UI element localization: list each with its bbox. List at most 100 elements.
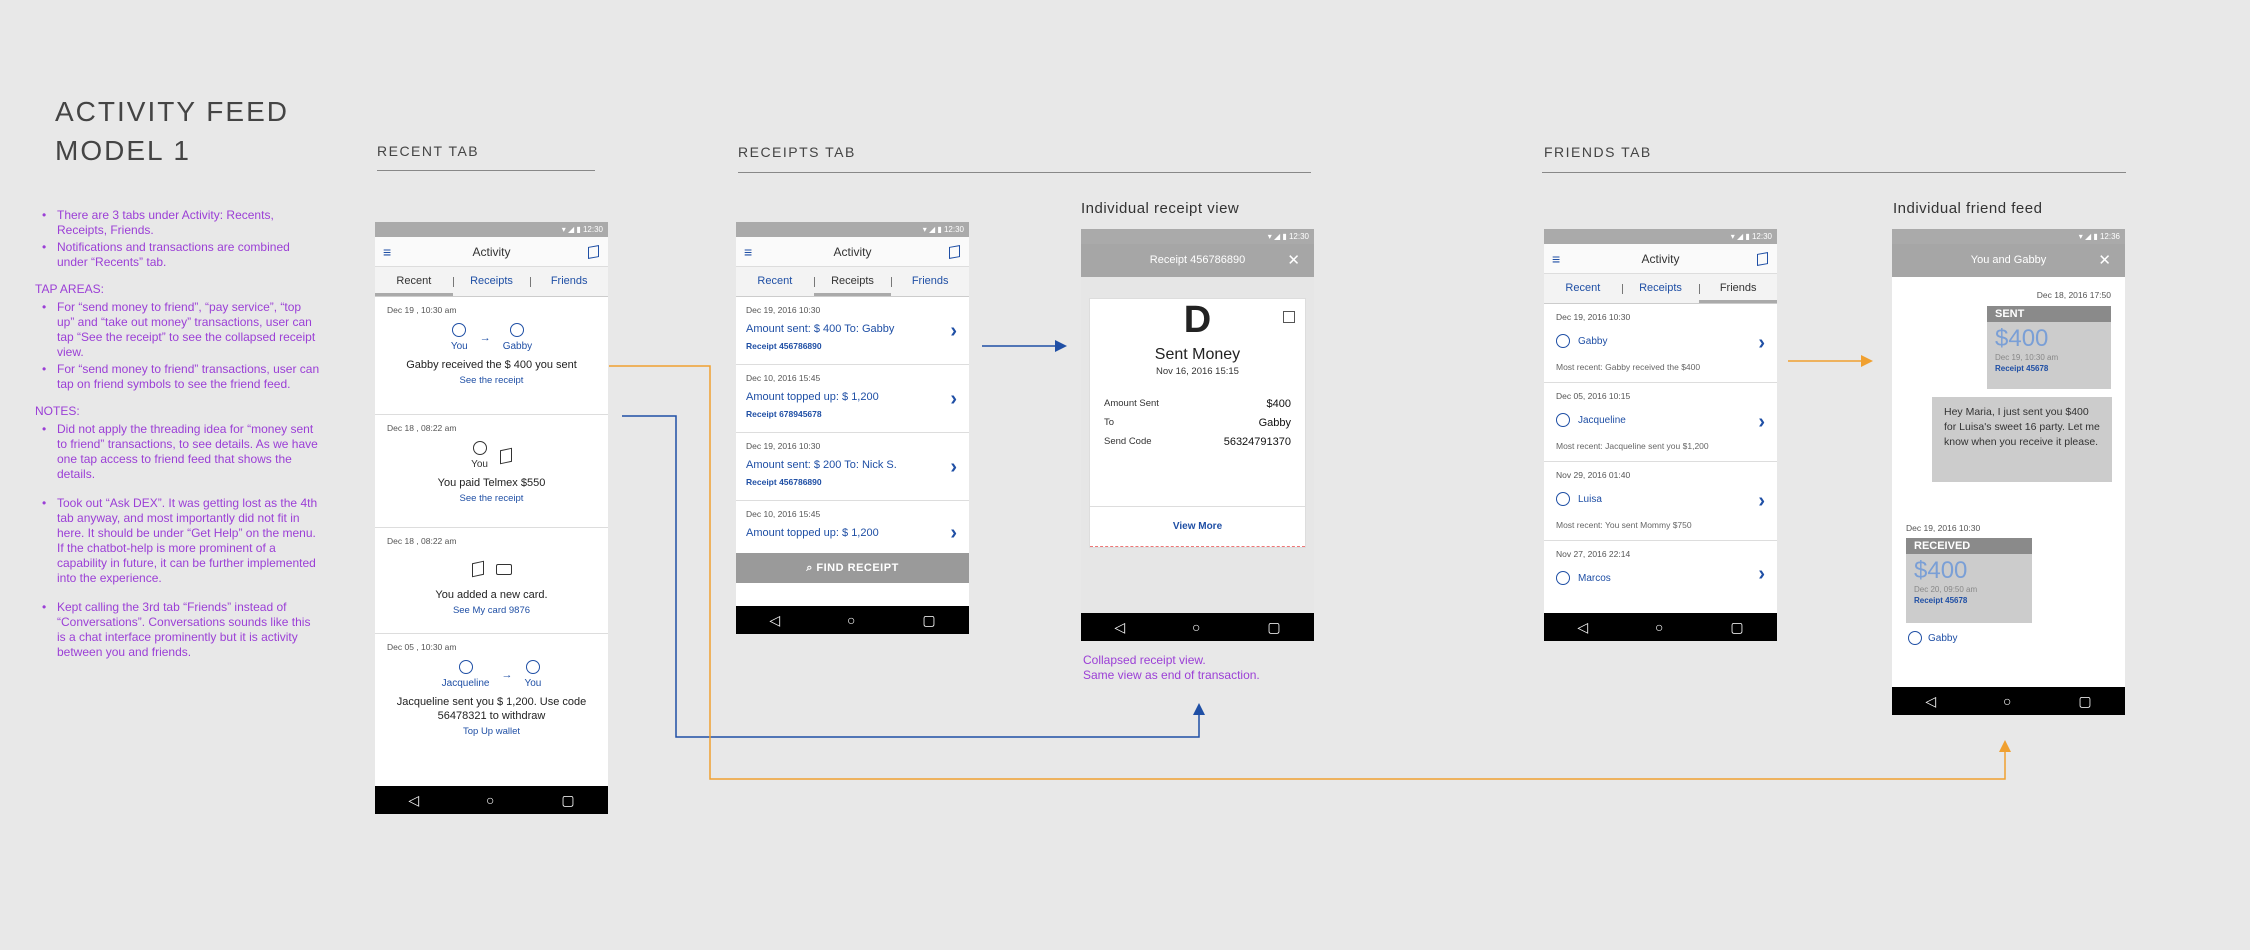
sent-receipt-link[interactable]: Receipt 45678: [1987, 362, 2111, 373]
android-nav-bar: ◁ ○ ▢: [736, 606, 969, 634]
friend-you[interactable]: You: [451, 323, 468, 352]
back-icon[interactable]: ◁: [1925, 693, 1936, 710]
find-receipt-button[interactable]: ⌕ FIND RECEIPT: [736, 553, 969, 583]
wallet-icon[interactable]: [949, 245, 960, 259]
tab-recent[interactable]: Recent: [375, 267, 453, 296]
sent-date-top: Dec 18, 2016 17:50: [2036, 290, 2111, 300]
tab-recent[interactable]: Recent: [1544, 274, 1622, 303]
home-icon[interactable]: ○: [1192, 619, 1200, 635]
wallet-icon: [471, 560, 484, 578]
friend-you[interactable]: You: [524, 660, 541, 689]
phone-receipt-view: ▾ ◢ ▮ 12:30 Receipt 456786890 ✕ D Sent M…: [1081, 229, 1314, 641]
tab-friends[interactable]: Friends: [891, 267, 969, 296]
friend-row[interactable]: Dec 05, 2016 10:15 Jacqueline Most recen…: [1544, 383, 1777, 462]
friend-jacqueline[interactable]: Jacqueline: [442, 660, 489, 689]
back-icon[interactable]: ◁: [769, 612, 780, 629]
list-item: Dec 19 , 10:30 am You → Gabby Gabby rece…: [375, 297, 608, 415]
see-receipt-link[interactable]: See the receipt: [387, 493, 596, 504]
share-icon[interactable]: [1283, 311, 1295, 323]
app-bar-title: Activity: [1641, 252, 1680, 266]
recent-apps-icon[interactable]: ▢: [922, 612, 935, 629]
person-icon: [1908, 631, 1922, 645]
wallet-icon[interactable]: [588, 245, 599, 259]
tab-friends[interactable]: Friends: [1699, 274, 1777, 303]
person-icon: [525, 660, 540, 674]
person-icon: [458, 660, 473, 674]
chevron-right-icon: ›: [1758, 332, 1765, 354]
home-icon[interactable]: ○: [847, 612, 855, 628]
menu-icon[interactable]: ≡: [383, 237, 391, 267]
app-bar-title: Activity: [833, 245, 872, 259]
friend-avatar-gabby[interactable]: Gabby: [1908, 631, 1957, 645]
phone-friends-tab: ▾ ◢ ▮ 12:30 ≡ Activity Recent Receipts F…: [1544, 229, 1777, 641]
tab-bar: Recent Receipts Friends: [736, 267, 969, 297]
friend-feed-title: You and Gabby: [1970, 254, 2047, 266]
top-up-link[interactable]: Top Up wallet: [387, 726, 596, 737]
receipt-header: Receipt 456786890 ✕: [1081, 244, 1314, 277]
receipt-caption: Collapsed receipt view. Same view as end…: [1083, 653, 1260, 682]
friend-row[interactable]: Nov 27, 2016 22:14 Marcos ›: [1544, 541, 1777, 591]
arrow-right-icon: →: [501, 668, 513, 681]
friend-feed-header: You and Gabby ✕: [1892, 244, 2125, 277]
chevron-right-icon: ›: [1758, 411, 1765, 433]
status-bar: ▾ ◢ ▮ 12:30: [1081, 229, 1314, 244]
list-item: Dec 18 , 08:22 am You You paid Telmex $5…: [375, 415, 608, 528]
friend-row[interactable]: Nov 29, 2016 01:40 Luisa Most recent: Yo…: [1544, 462, 1777, 541]
app-bar: ≡ Activity: [736, 237, 969, 267]
tab-bar: Recent Receipts Friends: [1544, 274, 1777, 304]
close-icon[interactable]: ✕: [1287, 244, 1300, 277]
home-icon[interactable]: ○: [2003, 693, 2011, 709]
tab-receipts[interactable]: Receipts: [452, 267, 531, 296]
received-bubble[interactable]: RECEIVED $400 Dec 20, 09:50 am Receipt 4…: [1906, 538, 2032, 623]
phone-receipts-tab: ▾ ◢ ▮ 12:30 ≡ Activity Recent Receipts F…: [736, 222, 969, 634]
sent-bubble[interactable]: SENT $400 Dec 19, 10:30 am Receipt 45678: [1987, 306, 2111, 389]
recent-apps-icon[interactable]: ▢: [1267, 619, 1280, 636]
receipt-row[interactable]: Dec 10, 2016 15:45 Amount topped up: $ 1…: [736, 365, 969, 433]
chat-message: Hey Maria, I just sent you $400 for Luis…: [1932, 397, 2112, 482]
menu-icon[interactable]: ≡: [1552, 244, 1560, 274]
friend-row[interactable]: Dec 19, 2016 10:30 Gabby Most recent: Ga…: [1544, 304, 1777, 383]
wallet-icon[interactable]: [1757, 252, 1768, 266]
tab-recent[interactable]: Recent: [736, 267, 814, 296]
phone-recent-tab: ▾ ◢ ▮ 12:30 ≡ Activity Recent Receipts F…: [375, 222, 608, 814]
home-icon[interactable]: ○: [486, 792, 494, 808]
menu-icon[interactable]: ≡: [744, 237, 752, 267]
back-icon[interactable]: ◁: [1114, 619, 1125, 636]
app-bar: ≡ Activity: [375, 237, 608, 267]
tab-bar: Recent Receipts Friends: [375, 267, 608, 297]
receipt-to-row: To Gabby: [1104, 417, 1291, 429]
receipt-code-row: Send Code 56324791370: [1104, 436, 1291, 448]
tab-receipts[interactable]: Receipts: [1621, 274, 1700, 303]
tab-receipts[interactable]: Receipts: [813, 267, 892, 296]
close-icon[interactable]: ✕: [2098, 244, 2111, 277]
person-icon: [510, 323, 525, 337]
person-icon: [1556, 413, 1570, 427]
receipt-title: Sent Money: [1154, 346, 1241, 363]
app-bar: ≡ Activity: [1544, 244, 1777, 274]
view-more-button[interactable]: View More: [1090, 506, 1305, 546]
chevron-right-icon: ›: [950, 319, 957, 342]
android-nav-bar: ◁ ○ ▢: [1081, 613, 1314, 641]
receipt-card: D Sent Money Nov 16, 2016 15:15 Amount S…: [1090, 299, 1305, 547]
recent-apps-icon[interactable]: ▢: [2078, 693, 2091, 710]
see-card-link[interactable]: See My card 9876: [387, 605, 596, 616]
received-receipt-link[interactable]: Receipt 45678: [1906, 594, 2032, 605]
friend-gabby[interactable]: Gabby: [503, 323, 532, 352]
see-receipt-link[interactable]: See the receipt: [387, 375, 596, 386]
receipt-row[interactable]: Dec 19, 2016 10:30 Amount sent: $ 200 To…: [736, 433, 969, 501]
back-icon[interactable]: ◁: [1577, 619, 1588, 636]
recent-apps-icon[interactable]: ▢: [561, 792, 574, 809]
person-icon: [1556, 492, 1570, 506]
wallet-icon: [499, 447, 512, 464]
received-date-top: Dec 19, 2016 10:30: [1906, 523, 1981, 533]
home-icon[interactable]: ○: [1655, 619, 1663, 635]
back-icon[interactable]: ◁: [408, 792, 419, 809]
status-bar: ▾ ◢ ▮ 12:36: [1892, 229, 2125, 244]
android-nav-bar: ◁ ○ ▢: [375, 786, 608, 814]
recent-apps-icon[interactable]: ▢: [1730, 619, 1743, 636]
receipt-row[interactable]: Dec 10, 2016 15:45 Amount topped up: $ 1…: [736, 501, 969, 553]
tab-friends[interactable]: Friends: [530, 267, 608, 296]
chevron-right-icon: ›: [950, 387, 957, 410]
receipt-row[interactable]: Dec 19, 2016 10:30 Amount sent: $ 400 To…: [736, 297, 969, 365]
app-bar-title: Activity: [472, 245, 511, 259]
